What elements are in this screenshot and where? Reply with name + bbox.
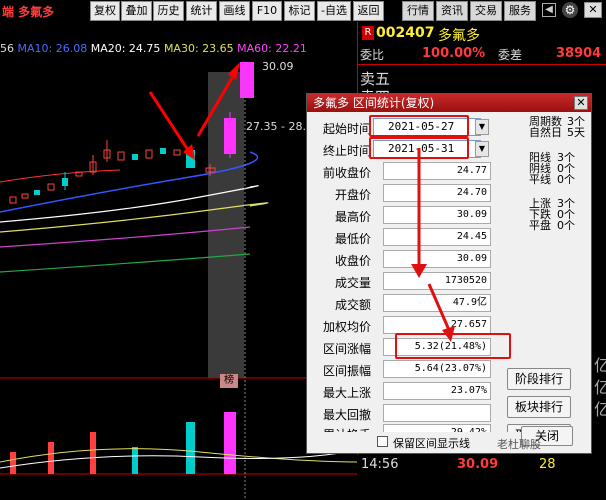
ma20-value: MA20: 24.75 bbox=[90, 42, 161, 55]
tab-service[interactable]: 服务 bbox=[504, 1, 536, 21]
row-label: 前收盘价 bbox=[322, 166, 371, 180]
dialog-annotation-arrow bbox=[411, 148, 455, 342]
start-date-highlight bbox=[369, 115, 469, 137]
sector-rank-button[interactable]: 板块排行 bbox=[507, 396, 571, 418]
kline-chart bbox=[0, 22, 357, 500]
tab-news[interactable]: 资讯 bbox=[436, 1, 468, 21]
row-label: 最大回撤 bbox=[322, 408, 371, 422]
dialog-title: 多氟多 区间统计(复权) bbox=[307, 94, 591, 112]
tb-stats-button[interactable]: 统计 bbox=[186, 1, 217, 21]
row-label: 加权均价 bbox=[322, 320, 371, 334]
stock-code: 002407 bbox=[376, 25, 435, 41]
settings-icon[interactable]: ⚙ bbox=[562, 2, 578, 18]
dialog-footer: 保留区间显示线 关闭 老杜聊股 bbox=[306, 426, 592, 454]
row-label: 收盘价 bbox=[334, 254, 371, 268]
side-char-1: 亿 bbox=[594, 356, 606, 375]
row-label: 成交额 bbox=[334, 298, 371, 312]
wb-value: 100.00% bbox=[422, 46, 486, 61]
row-label: 最大上涨 bbox=[322, 386, 371, 400]
tb-history-button[interactable]: 历史 bbox=[153, 1, 184, 21]
keep-line-checkbox[interactable] bbox=[377, 436, 388, 447]
stock-name: 多氟多 bbox=[438, 28, 480, 44]
tb-mark-button[interactable]: 标记 bbox=[284, 1, 315, 21]
tb-f10-button[interactable]: F10 bbox=[252, 1, 282, 21]
side-char-3: 亿 bbox=[594, 400, 606, 419]
row-label: 区间涨幅 bbox=[322, 342, 371, 356]
side-char-2: 亿 bbox=[594, 378, 606, 397]
ma60-value: MA60: 22.21 bbox=[237, 42, 307, 55]
row-label: 区间振幅 bbox=[322, 364, 371, 378]
close-icon[interactable]: ✕ bbox=[584, 2, 602, 18]
tb-overlay-button[interactable]: 叠加 bbox=[121, 1, 152, 21]
selected-range bbox=[208, 72, 244, 378]
row-label: 最高价 bbox=[334, 210, 371, 224]
ma5-value: 56 bbox=[0, 42, 14, 55]
flat-line-value: 0个 bbox=[557, 173, 575, 186]
interval-stats-dialog: 多氟多 区间统计(复权) ✕ 起始时间 2021-05-27 ▼ 终止时间 20… bbox=[306, 93, 592, 453]
keep-line-label: 保留区间显示线 bbox=[393, 437, 470, 450]
tab-trade[interactable]: 交易 bbox=[470, 1, 502, 21]
ma10-value: MA10: 26.08 bbox=[17, 42, 88, 55]
stage-rank-button[interactable]: 阶段排行 bbox=[507, 368, 571, 390]
flat-value: 0个 bbox=[557, 219, 575, 232]
wb-label: 委比 bbox=[360, 48, 385, 62]
tick-row: 14:56 30.09 28 bbox=[357, 455, 606, 500]
tick-volume: 28 bbox=[539, 457, 556, 472]
row-label: 开盘价 bbox=[334, 188, 371, 202]
natural-days-label: 自然日 bbox=[529, 126, 562, 139]
ma-legend: 56 MA10: 26.08 MA20: 24.75 MA30: 23.65 M… bbox=[0, 42, 360, 58]
ma30-value: MA30: 23.65 bbox=[163, 42, 234, 55]
row-label: 最低价 bbox=[334, 232, 371, 246]
natural-days-value: 5天 bbox=[567, 126, 585, 139]
flat-line-label: 平线 bbox=[529, 173, 551, 186]
tick-time: 14:56 bbox=[361, 457, 399, 472]
start-date-dropdown-icon[interactable]: ▼ bbox=[475, 119, 489, 135]
end-date-dropdown-icon[interactable]: ▼ bbox=[475, 141, 489, 157]
watermark: 老杜聊股 bbox=[497, 438, 541, 451]
r-badge: R bbox=[362, 26, 374, 40]
tab-quotes[interactable]: 行情 bbox=[402, 1, 434, 21]
tb-draw-button[interactable]: 画线 bbox=[219, 1, 250, 21]
row-value bbox=[383, 404, 491, 422]
window-title: 端 多氟多 bbox=[2, 5, 55, 19]
tb-watchlist-button[interactable]: -自选 bbox=[317, 1, 351, 21]
tb-back-button[interactable]: 返回 bbox=[353, 1, 384, 21]
start-time-label: 起始时间 bbox=[322, 122, 371, 136]
dialog-close-icon[interactable]: ✕ bbox=[574, 96, 588, 110]
row-value: 5.64(23.07%) bbox=[383, 360, 491, 378]
tick-price: 30.09 bbox=[457, 457, 499, 472]
end-time-label: 终止时间 bbox=[322, 144, 371, 158]
flat-label: 平盘 bbox=[529, 219, 551, 232]
high-price-label: 30.09 bbox=[262, 60, 294, 73]
rank-marker[interactable]: 榜 bbox=[220, 374, 238, 388]
row-label: 成交量 bbox=[334, 276, 371, 290]
wc-value: 38904 bbox=[556, 46, 602, 61]
top-toolbar: 端 多氟多 复权 叠加 历史 统计 画线 F10 标记 -自选 返回 行情 资讯… bbox=[0, 0, 606, 22]
tb-fuquan-button[interactable]: 复权 bbox=[90, 1, 120, 21]
row-value: 23.07% bbox=[383, 382, 491, 400]
wc-label: 委差 bbox=[498, 48, 523, 62]
expand-icon[interactable]: ◀ bbox=[542, 3, 556, 17]
